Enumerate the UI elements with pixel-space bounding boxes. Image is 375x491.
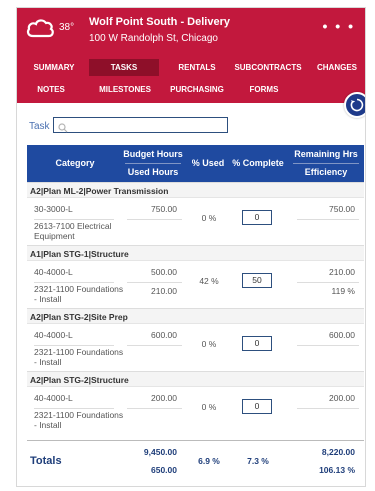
pct-used: 42 % [199, 276, 219, 286]
total-remaining-hours: 8,220.00 [321, 447, 355, 457]
cost-code: 2613-7100 Electrical Equipment [34, 221, 112, 241]
task-code: 40-4000-L [34, 267, 73, 277]
group-title: A2|Plan STG-2|Site Prep [27, 308, 364, 324]
used-hours: 210.00 [151, 286, 177, 296]
efficiency: 119 % [331, 286, 355, 296]
total-used-hours: 650.00 [151, 465, 177, 475]
app-frame: 38° Wolf Point South - Delivery 100 W Ra… [16, 7, 366, 487]
tab-summary[interactable]: SUMMARY [23, 59, 85, 76]
row-divider [127, 345, 182, 346]
job-title: Wolf Point South - Delivery [89, 16, 230, 28]
remaining-hours: 210.00 [329, 267, 355, 277]
task-code: 40-4000-L [34, 393, 73, 403]
pct-complete-input[interactable]: 0 [242, 399, 272, 414]
row-divider [297, 345, 359, 346]
job-address: 100 W Randolph St, Chicago [89, 33, 218, 44]
pct-complete-input[interactable]: 0 [242, 210, 272, 225]
tab-notes[interactable]: NOTES [31, 81, 71, 98]
row-divider [34, 345, 114, 346]
total-efficiency: 106.13 % [319, 465, 355, 475]
more-options-icon[interactable]: • • • [323, 18, 355, 34]
remaining-hours: 200.00 [329, 393, 355, 403]
group-title: A2|Plan ML-2|Power Transmission [27, 182, 364, 198]
task-search-label: Task [29, 121, 50, 132]
refresh-icon [349, 97, 365, 118]
table-header: Category Budget Hours Used Hours % Used … [27, 145, 364, 182]
cost-code: 2321-1100 Foundations - Install [34, 410, 124, 430]
row-divider [34, 282, 114, 283]
tasks-table: Category Budget Hours Used Hours % Used … [27, 145, 364, 434]
header-budget-hours: Budget Hours [123, 149, 183, 159]
remaining-hours: 750.00 [329, 204, 355, 214]
tab-changes[interactable]: CHANGES [310, 59, 364, 76]
job-header: 38° Wolf Point South - Delivery 100 W Ra… [17, 8, 365, 53]
tab-navigation: SUMMARY TASKS RENTALS SUBCONTRACTS CHANG… [17, 53, 365, 103]
header-pct-used: % Used [191, 158, 225, 168]
tab-rentals[interactable]: RENTALS [167, 59, 227, 76]
total-budget-hours: 9,450.00 [143, 447, 177, 457]
total-pct-used: 6.9 % [198, 456, 220, 466]
group-title: A1|Plan STG-1|Structure [27, 245, 364, 261]
row-divider [127, 408, 182, 409]
row-divider [297, 282, 359, 283]
budget-hours: 200.00 [151, 393, 177, 403]
row-divider [127, 282, 182, 283]
row-divider [297, 219, 359, 220]
row-divider [127, 219, 182, 220]
cloud-weather-icon [25, 17, 55, 44]
search-icon [58, 120, 68, 138]
tab-forms[interactable]: FORMS [239, 81, 289, 98]
header-divider [293, 163, 359, 164]
pct-used: 0 % [201, 213, 217, 223]
total-pct-complete: 7.3 % [247, 456, 269, 466]
budget-hours: 500.00 [151, 267, 177, 277]
pct-used: 0 % [201, 402, 217, 412]
header-divider [125, 163, 181, 164]
pct-complete-input[interactable]: 0 [242, 336, 272, 351]
row-divider [297, 408, 359, 409]
tab-purchasing[interactable]: PURCHASING [167, 81, 227, 98]
row-divider [34, 408, 114, 409]
header-category: Category [55, 158, 95, 168]
budget-hours: 750.00 [151, 204, 177, 214]
group-title: A2|Plan STG-2|Structure [27, 371, 364, 387]
totals-label: Totals [30, 455, 62, 467]
table-row[interactable]: 40-4000-L 2321-1100 Foundations - Instal… [27, 261, 364, 308]
totals-row: Totals 9,450.00 650.00 6.9 % 7.3 % 8,220… [27, 440, 364, 482]
task-code: 40-4000-L [34, 330, 73, 340]
task-search-input[interactable] [53, 117, 228, 133]
pct-complete-input[interactable]: 50 [242, 273, 272, 288]
table-row[interactable]: 40-4000-L 2321-1100 Foundations - Instal… [27, 324, 364, 371]
header-used-hours: Used Hours [127, 167, 179, 177]
cost-code: 2321-1100 Foundations - Install [34, 284, 124, 304]
pct-used: 0 % [201, 339, 217, 349]
row-divider [34, 219, 114, 220]
header-remaining-hrs: Remaining Hrs [294, 149, 358, 159]
cost-code: 2321-1100 Foundations - Install [34, 347, 124, 367]
budget-hours: 600.00 [151, 330, 177, 340]
task-code: 30-3000-L [34, 204, 73, 214]
refresh-button[interactable] [344, 92, 365, 118]
tab-milestones[interactable]: MILESTONES [95, 81, 155, 98]
tab-subcontracts[interactable]: SUBCONTRACTS [233, 59, 303, 76]
remaining-hours: 600.00 [329, 330, 355, 340]
header-pct-complete: % Complete [232, 158, 284, 168]
table-row[interactable]: 30-3000-L 2613-7100 Electrical Equipment… [27, 198, 364, 245]
tab-tasks[interactable]: TASKS [89, 59, 159, 76]
table-row[interactable]: 40-4000-L 2321-1100 Foundations - Instal… [27, 387, 364, 434]
header-efficiency: Efficiency [304, 167, 348, 177]
temperature: 38° [59, 22, 75, 33]
